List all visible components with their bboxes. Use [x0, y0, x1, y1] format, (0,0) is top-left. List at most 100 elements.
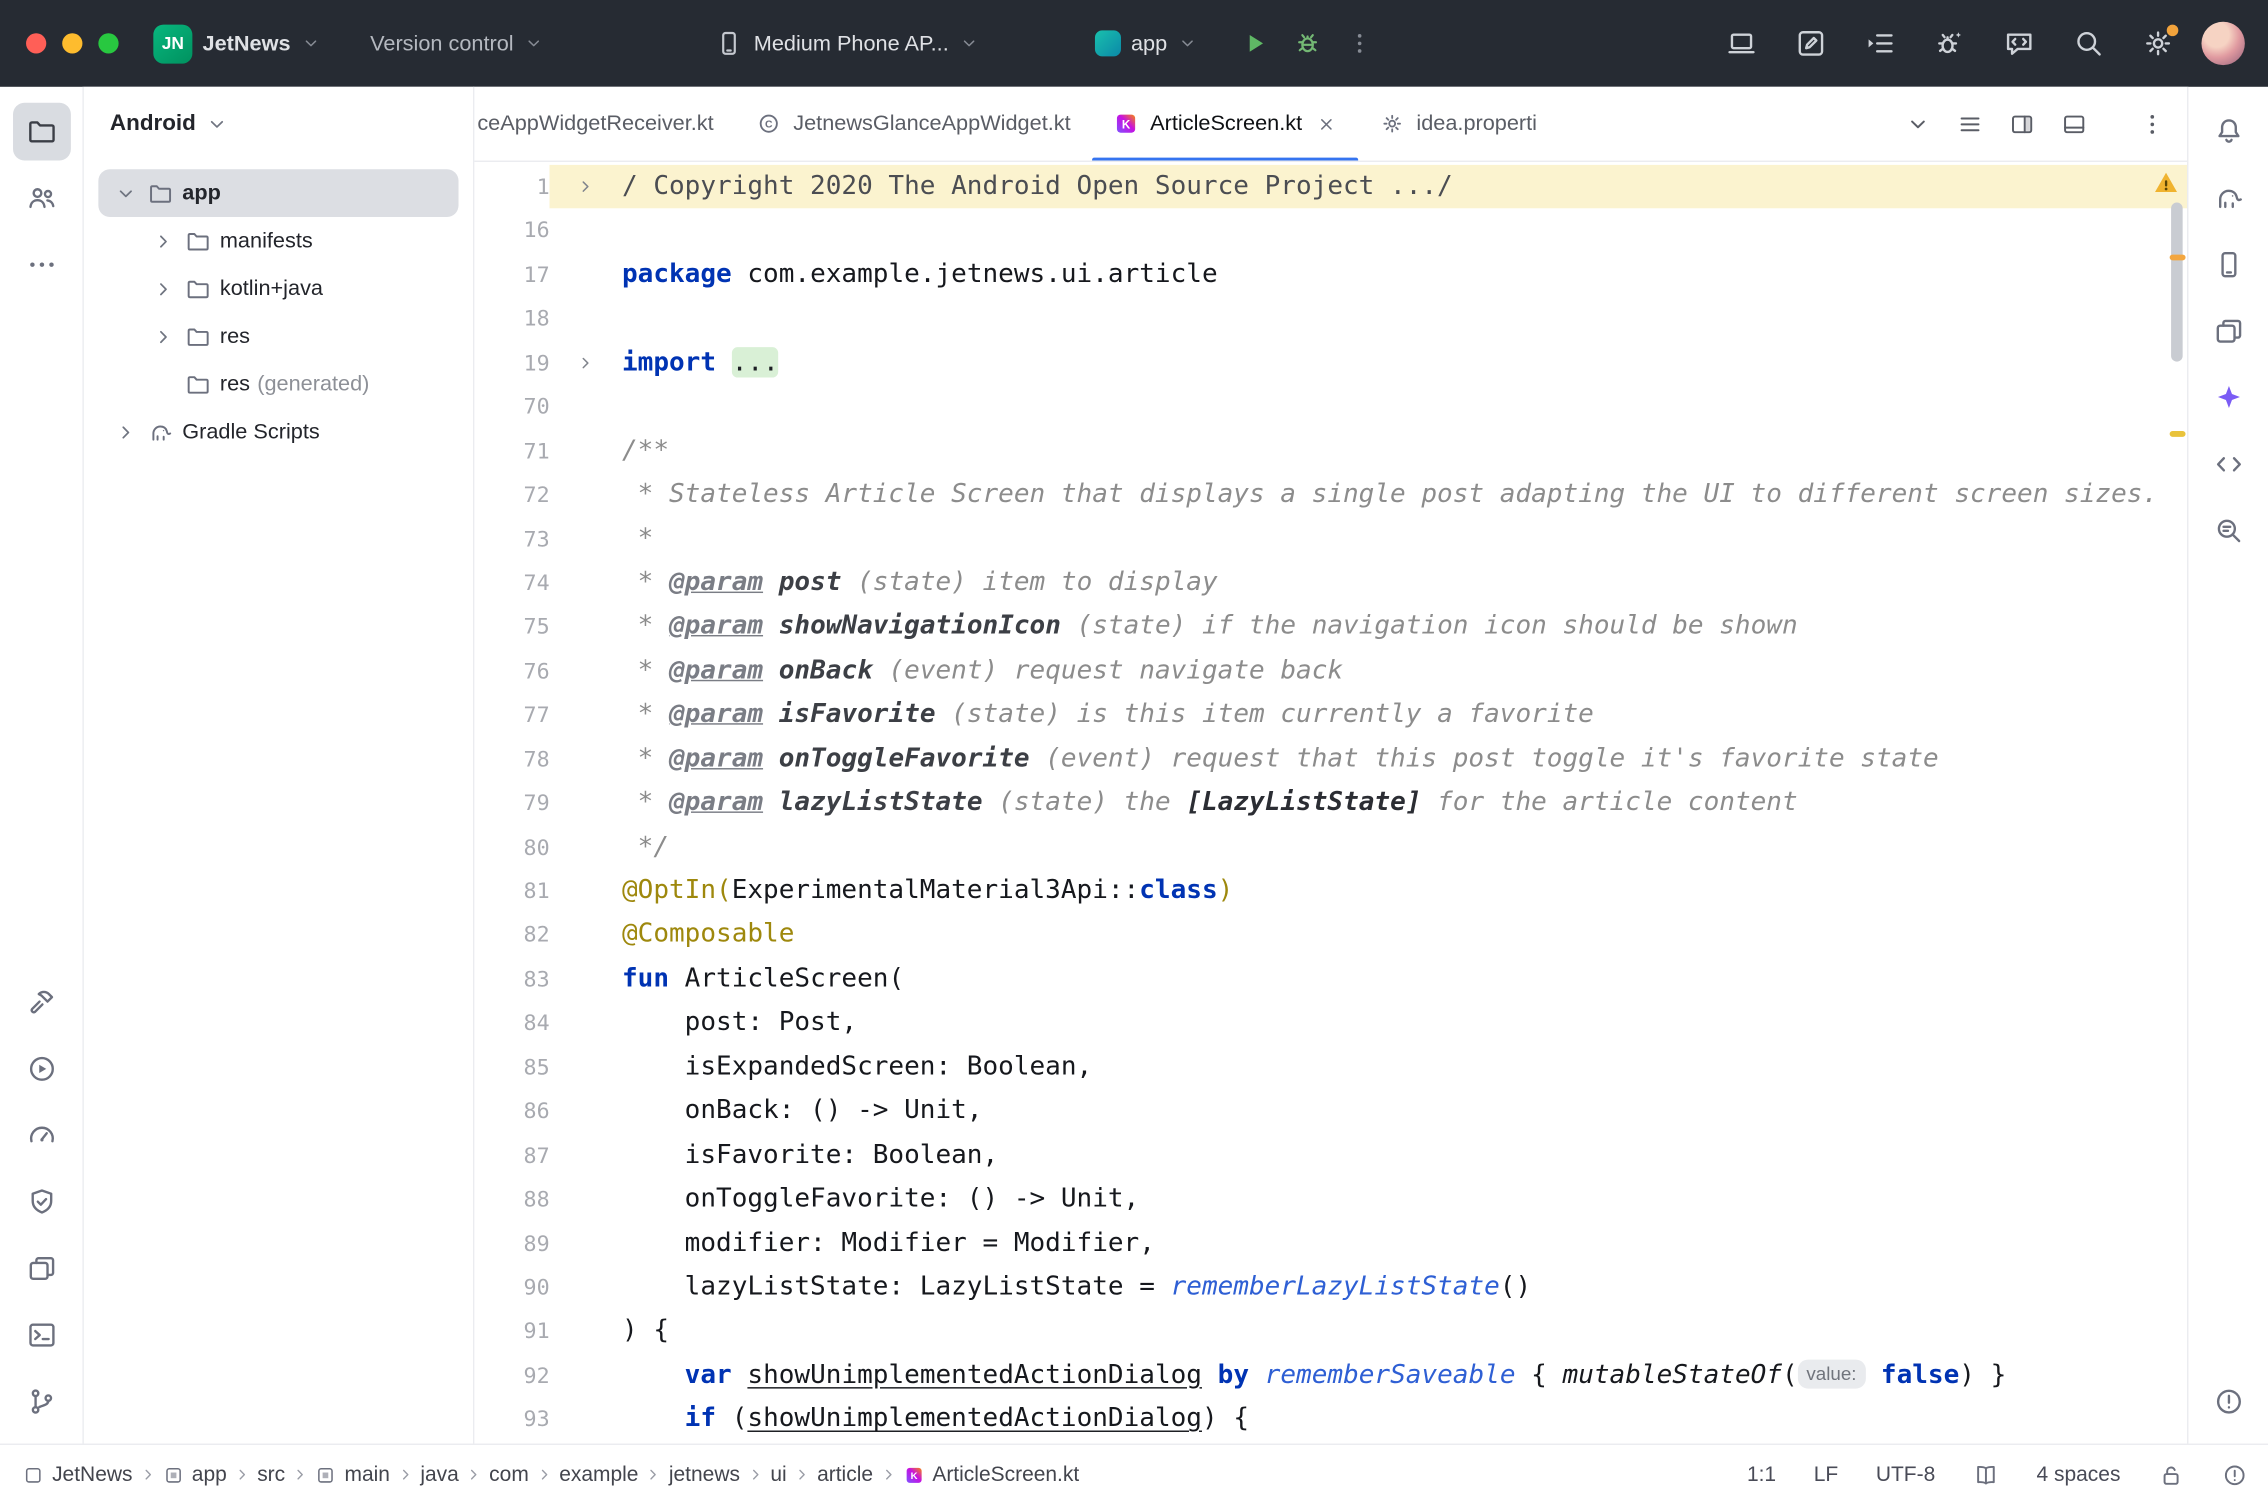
chevron-down-icon[interactable] [110, 177, 142, 209]
tree-item-manifests[interactable]: manifests [98, 217, 458, 265]
breadcrumb-item[interactable]: article [817, 1463, 873, 1486]
code-line: 76 * @param onBack (event) request navig… [474, 649, 2187, 693]
editor-preview-button[interactable] [2051, 101, 2097, 147]
window-controls [26, 33, 119, 53]
breadcrumb-item[interactable]: src [257, 1463, 285, 1486]
project-square-icon [23, 1465, 43, 1485]
problems-icon[interactable] [2222, 1462, 2248, 1488]
tool-project[interactable] [12, 103, 70, 161]
vcs-label: Version control [370, 31, 514, 56]
tree-item-gradle-scripts[interactable]: Gradle Scripts [98, 408, 458, 456]
editor-scrollbar-thumb[interactable] [2171, 202, 2183, 361]
breadcrumb-separator-icon [396, 1465, 415, 1484]
close-window-button[interactable] [26, 33, 46, 53]
gemini-chat-button[interactable] [1993, 17, 2045, 69]
caret-position[interactable]: 1:1 [1747, 1463, 1776, 1486]
chevron-right-icon[interactable] [148, 273, 180, 305]
tree-indent [148, 368, 180, 400]
folder-icon [185, 276, 211, 302]
chevron-right-icon[interactable] [148, 320, 180, 352]
breadcrumb-item[interactable]: jetnews [669, 1463, 740, 1486]
line-number: 77 [474, 693, 549, 737]
device-selector[interactable]: Medium Phone AP... [715, 29, 979, 58]
write-access-icon[interactable] [2158, 1462, 2184, 1488]
right-strip-top [2199, 98, 2257, 564]
breadcrumb-item[interactable]: com [489, 1463, 529, 1486]
tool-build-variants[interactable] [12, 1240, 70, 1298]
line-number: 91 [474, 1310, 549, 1354]
hidden-tabs-button[interactable] [1895, 101, 1941, 147]
tool-version-control[interactable] [12, 1373, 70, 1431]
code-line: 84 post: Post, [474, 1001, 2187, 1045]
tool-find[interactable] [2199, 502, 2257, 560]
tree-item-res[interactable]: res [98, 312, 458, 360]
reader-mode-icon[interactable] [1973, 1462, 1999, 1488]
tool-run[interactable] [12, 1040, 70, 1098]
tree-item-kotlin-java[interactable]: kotlin+java [98, 265, 458, 313]
breadcrumb-item[interactable]: java [420, 1463, 458, 1486]
tab-article-screen[interactable]: KArticleScreen.kt [1092, 87, 1358, 161]
chevron-right-icon[interactable] [148, 225, 180, 257]
line-number: 88 [474, 1177, 549, 1221]
breadcrumb-item[interactable]: KArticleScreen.kt [903, 1463, 1079, 1486]
breadcrumb-item[interactable]: main [316, 1463, 390, 1486]
breadcrumb-item[interactable]: app [163, 1463, 227, 1486]
scrollbar-highlight-mark[interactable] [2170, 431, 2186, 437]
tab-label: JetnewsGlanceAppWidget.kt [793, 111, 1070, 136]
tool-commit[interactable] [12, 169, 70, 227]
tab-glance-app-widget-receiver[interactable]: ceAppWidgetReceiver.kt [474, 87, 735, 161]
project-menu[interactable]: JN JetNews [153, 24, 321, 63]
device-mirror-button[interactable] [1715, 17, 1767, 69]
split-editor-button[interactable] [1999, 101, 2045, 147]
close-icon[interactable] [1317, 114, 1337, 134]
line-number: 74 [474, 561, 549, 605]
ai-edit-button[interactable] [1785, 17, 1837, 69]
settings-button[interactable] [2132, 17, 2184, 69]
inspections-warning-icon[interactable] [2152, 169, 2179, 196]
tab-idea-properties[interactable]: idea.properti [1359, 87, 1559, 161]
line-number: 83 [474, 957, 549, 1001]
left-strip-bottom [12, 969, 70, 1435]
editor-more-button[interactable] [2129, 101, 2175, 147]
tool-structure[interactable] [2199, 435, 2257, 493]
tool-device-manager[interactable] [2199, 236, 2257, 294]
scrollbar-warning-mark[interactable] [2170, 255, 2186, 261]
chevron-right-icon[interactable] [110, 416, 142, 448]
tool-more-windows[interactable] [12, 236, 70, 294]
tool-terminal[interactable] [12, 1306, 70, 1364]
tool-running-devices[interactable] [2199, 302, 2257, 360]
zoom-window-button[interactable] [98, 33, 118, 53]
user-avatar[interactable] [2201, 22, 2244, 65]
breadcrumb-item[interactable]: ui [770, 1463, 786, 1486]
tool-profiler[interactable] [12, 1107, 70, 1165]
run-config-selector[interactable]: app [1095, 30, 1198, 56]
line-separator[interactable]: LF [1814, 1463, 1838, 1486]
tool-notifications[interactable] [2199, 103, 2257, 161]
breadcrumb-label: app [192, 1463, 227, 1486]
tool-gemini[interactable] [2199, 369, 2257, 427]
tool-problems[interactable] [2199, 1373, 2257, 1431]
tool-app-quality-insights[interactable] [12, 1173, 70, 1231]
indent-info[interactable]: 4 spaces [2037, 1463, 2121, 1486]
tool-gradle[interactable] [2199, 169, 2257, 227]
more-actions-button[interactable] [1334, 17, 1386, 69]
search-everywhere-button[interactable] [2063, 17, 2115, 69]
fold-marker-icon[interactable] [550, 353, 622, 373]
task-list-button[interactable] [1854, 17, 1906, 69]
run-button[interactable] [1229, 17, 1281, 69]
insights-button[interactable] [1924, 17, 1976, 69]
breadcrumb-item[interactable]: JetNews [23, 1463, 132, 1486]
minimize-window-button[interactable] [62, 33, 82, 53]
vcs-menu[interactable]: Version control [370, 31, 544, 56]
tool-build[interactable] [12, 973, 70, 1031]
editor-list-button[interactable] [1947, 101, 1993, 147]
file-encoding[interactable]: UTF-8 [1876, 1463, 1935, 1486]
tree-item-res[interactable]: res(generated) [98, 360, 458, 408]
code-editor[interactable]: 1/ Copyright 2020 The Android Open Sourc… [474, 162, 2187, 1444]
debug-button[interactable] [1281, 17, 1333, 69]
project-view-selector[interactable]: Android [84, 87, 473, 162]
tab-jetnews-glance-app-widget[interactable]: CJetnewsGlanceAppWidget.kt [735, 87, 1092, 161]
fold-marker-icon[interactable] [550, 177, 622, 197]
breadcrumb-item[interactable]: example [559, 1463, 638, 1486]
tree-item-app[interactable]: app [98, 169, 458, 217]
